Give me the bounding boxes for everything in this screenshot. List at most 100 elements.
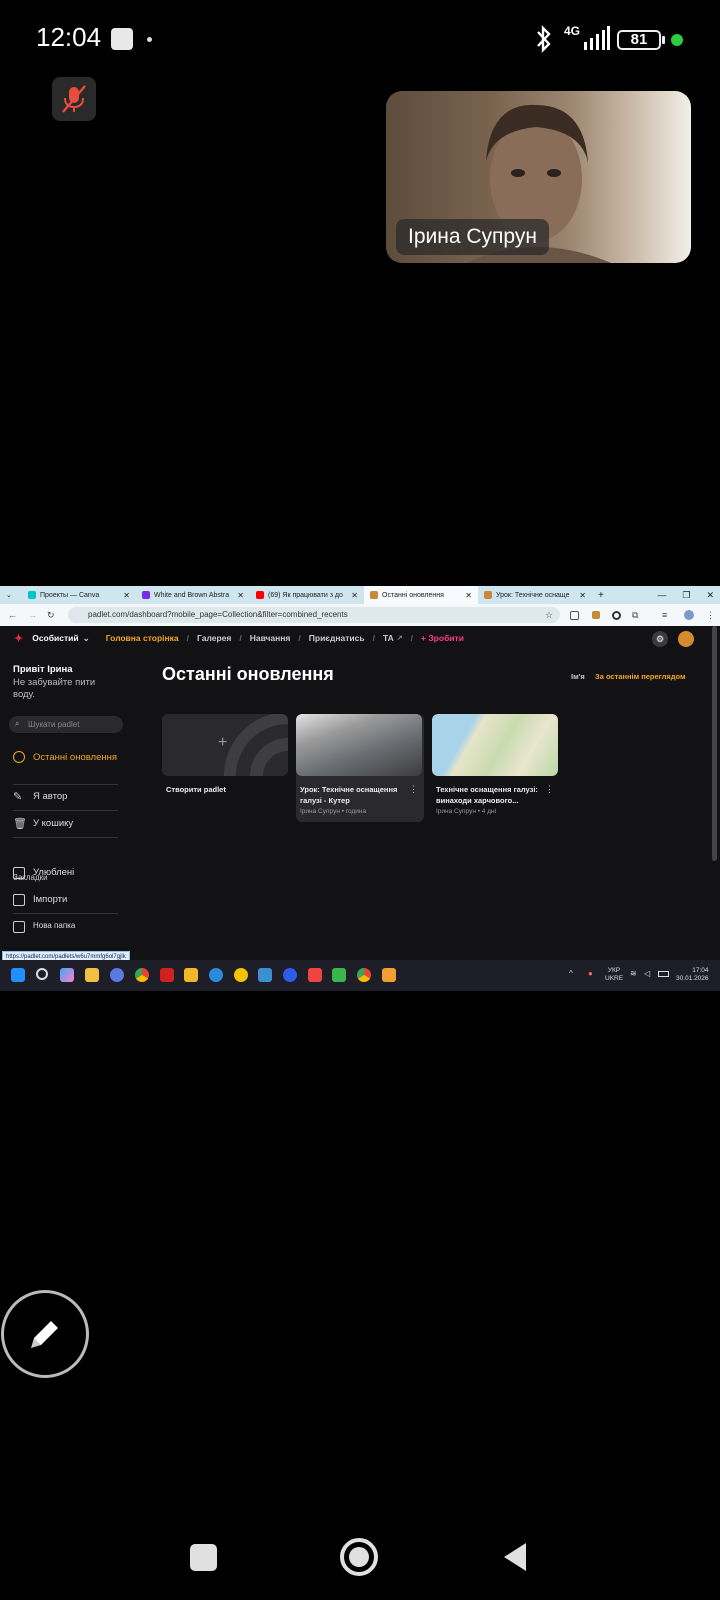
workspace-switcher[interactable]: Особистий — [32, 633, 78, 643]
chrome-active-icon[interactable] — [357, 968, 371, 982]
padlet-card[interactable]: Технічне оснащення галузі: винаходи харч… — [432, 714, 560, 815]
url-field[interactable]: padlet.com/dashboard?mobile_page=Collect… — [68, 607, 560, 623]
close-tab-icon[interactable]: ✕ — [237, 591, 244, 600]
browser-tab[interactable]: White and Brown Abstra ✕ — [136, 586, 250, 604]
card-title: Технічне оснащення галузі: винаходи харч… — [436, 785, 538, 805]
search-input[interactable]: Шукати padlet — [9, 716, 123, 733]
chrome-icon[interactable] — [135, 968, 149, 982]
edge-icon[interactable] — [209, 968, 223, 982]
pen-tool-icon: ✎ — [13, 791, 23, 803]
home-button[interactable] — [340, 1538, 378, 1576]
extensions-puzzle-icon[interactable]: ⧉ — [632, 610, 638, 621]
padlet-card[interactable]: Урок: Технічне оснащення галузі - Кутер … — [296, 714, 424, 822]
close-tab-icon[interactable]: ✕ — [123, 591, 130, 600]
trash-icon: 🗑 — [13, 818, 27, 830]
zoom-icon[interactable] — [283, 968, 297, 982]
app-icon[interactable] — [234, 968, 248, 982]
clock[interactable]: 17:04 30.01.2026 — [676, 967, 709, 983]
profile-avatar[interactable] — [684, 610, 694, 620]
app-icon[interactable] — [382, 968, 396, 982]
browser-tab[interactable]: (69) Як працювати з до ✕ — [250, 586, 364, 604]
wifi-icon[interactable]: ≋ — [630, 969, 637, 978]
sidebar-item-new-folder[interactable]: Нова папка — [13, 921, 118, 933]
mic-tray-icon: ● — [588, 969, 593, 978]
account-avatar[interactable] — [678, 631, 694, 647]
cast-icon[interactable] — [570, 610, 579, 620]
sidebar-item-trash[interactable]: 🗑 У кошику — [13, 818, 118, 830]
input-language[interactable]: УКР UKRE — [605, 967, 623, 983]
tray-chevron-icon[interactable]: ^ — [569, 969, 573, 978]
bluetooth-icon — [535, 24, 553, 59]
nav-learning[interactable]: Навчання — [250, 633, 291, 643]
bookmark-star-icon[interactable]: ☆ — [545, 610, 553, 621]
home-icon — [349, 1547, 369, 1567]
app-icon[interactable] — [258, 968, 272, 982]
page-scrollbar[interactable] — [712, 626, 717, 861]
sort-by-name[interactable]: Ім'я — [571, 672, 585, 681]
create-padlet-card[interactable]: + Створити padlet — [162, 714, 290, 795]
create-button[interactable]: + Зробити — [421, 633, 464, 643]
volume-icon[interactable]: ◁ — [644, 969, 650, 978]
battery-tip — [662, 36, 665, 44]
back-icon[interactable]: ← — [8, 610, 17, 620]
app-icon[interactable] — [332, 968, 346, 982]
more-options-icon[interactable]: ⋮ — [545, 784, 554, 795]
divider — [13, 837, 118, 838]
copilot-icon[interactable] — [60, 968, 74, 982]
chevron-down-icon: ⌄ — [82, 632, 90, 643]
sidebar-item-favorites[interactable]: Улюблені — [13, 867, 118, 879]
nav-ta[interactable]: ТА — [383, 633, 394, 643]
battery-tray-icon[interactable] — [658, 971, 669, 977]
new-tab-button[interactable]: + — [592, 586, 622, 604]
padlet-topnav: ✦ Особистий ⌄ Головна сторінка / Галерея… — [0, 626, 720, 650]
nav-join[interactable]: Приєднатись — [309, 633, 365, 643]
padlet-logo-icon[interactable]: ✦ — [14, 632, 23, 645]
close-window-icon[interactable]: ✕ — [706, 590, 714, 601]
sort-by-recent[interactable]: За останнім переглядом — [595, 672, 686, 681]
nav-home[interactable]: Головна сторінка — [106, 633, 179, 643]
close-tab-icon[interactable]: ✕ — [579, 591, 586, 600]
pencil-icon — [31, 1321, 58, 1348]
greeting-title: Привіт Ірина — [13, 664, 73, 675]
notes-app-icon[interactable] — [85, 968, 99, 982]
sidebar-item-imports[interactable]: Імпорти — [13, 894, 118, 906]
nav-gallery[interactable]: Галерея — [197, 633, 231, 643]
settings-gear-icon[interactable]: ⚙ — [652, 631, 668, 647]
menu-icon[interactable]: ⋮ — [706, 610, 715, 621]
canva-design-icon — [142, 591, 150, 599]
start-icon[interactable] — [11, 968, 25, 982]
maximize-icon[interactable]: ❐ — [682, 590, 690, 601]
forward-icon[interactable]: → — [28, 610, 37, 620]
close-tab-icon[interactable]: ✕ — [351, 591, 358, 600]
sidebar-item-recent[interactable]: Останні оновлення — [13, 751, 118, 764]
tab-list-button[interactable]: ⌄ — [0, 586, 22, 604]
reload-icon[interactable]: ↻ — [47, 610, 55, 621]
browser-tab[interactable]: Урок: Технічне оснаще ✕ — [478, 586, 592, 604]
minimize-icon[interactable]: — — [657, 590, 666, 600]
padlet-thumbnail — [296, 714, 422, 776]
extension-icon[interactable] — [592, 611, 600, 619]
browser-tab[interactable]: Проекты — Canva ✕ — [22, 586, 136, 604]
annotate-button[interactable] — [1, 1290, 89, 1378]
participant-video[interactable]: Ірина Супрун — [386, 91, 691, 263]
media-icon[interactable]: ≡ — [662, 610, 667, 620]
app-icon[interactable] — [110, 968, 124, 982]
search-icon[interactable] — [36, 968, 48, 980]
padlet-icon — [484, 591, 492, 599]
more-options-icon[interactable]: ⋮ — [409, 784, 418, 795]
folder-plus-icon — [13, 921, 25, 933]
extension-icon[interactable] — [612, 610, 621, 620]
browser-tab-active[interactable]: Останні оновлення ✕ — [364, 586, 478, 604]
close-tab-icon[interactable]: ✕ — [465, 591, 472, 600]
app-icon[interactable] — [308, 968, 322, 982]
recents-button[interactable] — [190, 1544, 217, 1571]
mic-muted-button[interactable] — [52, 77, 96, 121]
plus-icon: + — [218, 734, 228, 751]
l-app-icon[interactable] — [160, 968, 174, 982]
status-time: 12:04 — [36, 22, 102, 52]
back-button[interactable] — [502, 1541, 528, 1578]
more-notifications-dot — [147, 37, 152, 42]
sidebar-item-author[interactable]: ✎ Я автор — [13, 791, 118, 803]
file-explorer-icon[interactable] — [184, 968, 198, 982]
address-bar: ← → ↻ padlet.com/dashboard?mobile_page=C… — [0, 604, 720, 626]
